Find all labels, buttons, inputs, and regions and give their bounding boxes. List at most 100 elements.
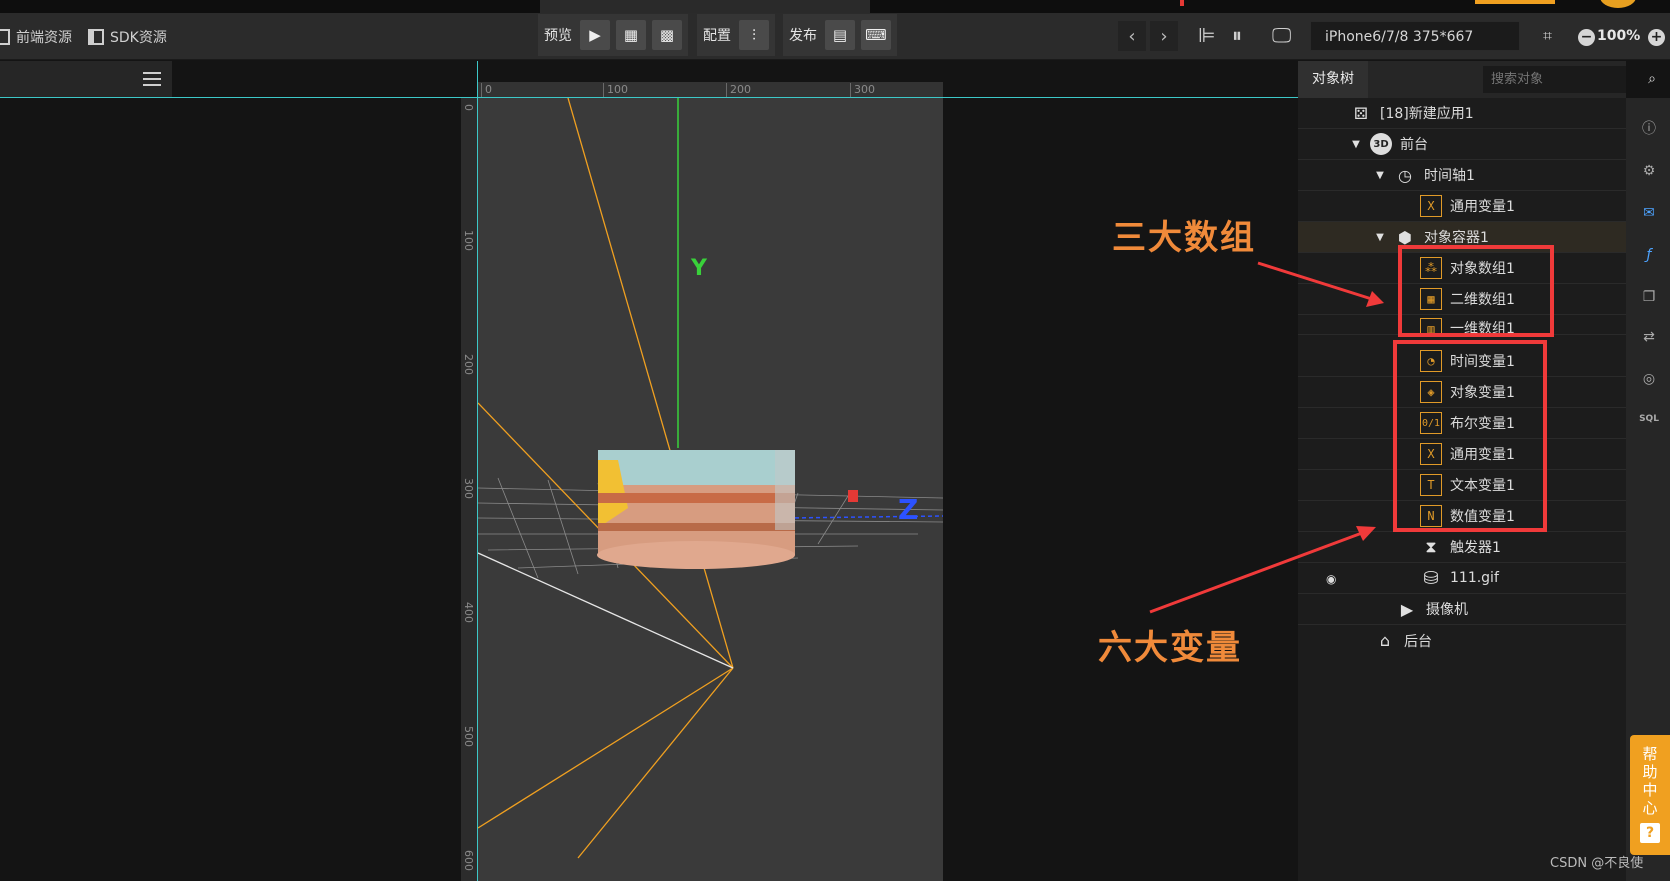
panel-icon bbox=[0, 29, 10, 45]
annotation-box-arrays bbox=[1398, 245, 1554, 337]
help-center-tab[interactable]: 帮助中心 ? bbox=[1630, 735, 1670, 855]
hourglass-icon: ⧗ bbox=[1425, 537, 1437, 556]
backend-icon: ⌂ bbox=[1379, 631, 1391, 650]
annotation-box-variables bbox=[1393, 340, 1547, 532]
scene-viewport[interactable]: Y Z bbox=[478, 98, 943, 881]
play-icon: ▶ bbox=[589, 26, 601, 44]
align-left-icon[interactable]: ⊫ bbox=[1198, 23, 1215, 47]
ruler-tick: 400 bbox=[462, 602, 475, 623]
tree-node-backend[interactable]: ⌂ 后台 bbox=[1298, 625, 1626, 656]
tree-node-trigger[interactable]: ⧗ 触发器1 bbox=[1298, 532, 1626, 563]
caret-down-icon[interactable]: ▼ bbox=[1374, 170, 1386, 181]
ruler-tick: 200 bbox=[462, 354, 475, 375]
watermark: CSDN @不良使 bbox=[1550, 856, 1644, 871]
sql-icon[interactable]: SQL bbox=[1638, 408, 1660, 430]
3d-icon: 3D bbox=[1370, 133, 1392, 155]
cylinder-icon: ⛁ bbox=[1423, 567, 1439, 589]
avatar[interactable] bbox=[1600, 0, 1636, 8]
app-dice-icon: ⚄ bbox=[1354, 103, 1368, 123]
tree-node-timeline[interactable]: ▼ ◷ 时间轴1 bbox=[1298, 160, 1626, 191]
tab-object-tree[interactable]: 对象树 bbox=[1298, 61, 1368, 98]
device-icon[interactable]: 🖵 bbox=[1272, 23, 1291, 47]
comments-icon[interactable]: ✉ bbox=[1638, 202, 1660, 224]
zoom-in-button[interactable]: + bbox=[1648, 29, 1665, 46]
ruler-tick: 0 bbox=[481, 83, 492, 97]
qr-code-icon: ▦ bbox=[623, 26, 639, 44]
guide-line-vertical[interactable] bbox=[477, 61, 478, 881]
search-objects-input[interactable] bbox=[1483, 66, 1626, 93]
device-select[interactable]: iPhone6/7/8 375*667 bbox=[1310, 21, 1520, 51]
swap-icon[interactable]: ⇄ bbox=[1638, 326, 1660, 348]
ruler-tick: 300 bbox=[462, 478, 475, 499]
function-icon[interactable]: ƒ bbox=[1638, 244, 1660, 266]
caret-down-icon[interactable]: ▼ bbox=[1374, 232, 1386, 243]
search-button[interactable]: ⌕ bbox=[1640, 66, 1664, 93]
tree-node-generic-var[interactable]: X 通用变量1 bbox=[1298, 191, 1626, 222]
config-button[interactable]: ⫶ bbox=[739, 20, 769, 50]
preview-label: 预览 bbox=[544, 28, 572, 44]
gamepad-icon: ⌨ bbox=[865, 26, 887, 44]
sdk-resources-link[interactable]: SDK资源 bbox=[88, 27, 167, 47]
publish-game-button[interactable]: ⌨ bbox=[861, 20, 891, 50]
x-axis-handle bbox=[848, 490, 858, 502]
clock-icon: ◷ bbox=[1398, 165, 1412, 185]
z-axis-line bbox=[787, 515, 943, 519]
publish-group: 发布 ▤ ⌨ bbox=[783, 14, 897, 56]
back-button[interactable]: ‹ bbox=[1118, 21, 1146, 51]
config-group: 配置 ⫶ bbox=[697, 14, 775, 56]
preview-group: 预览 ▶ ▦ ▩ bbox=[538, 14, 688, 56]
copy-icon[interactable]: ❐ bbox=[1638, 286, 1660, 308]
frontend-resources-link[interactable]: 前端资源 bbox=[0, 27, 72, 47]
qr-preview-button[interactable]: ▦ bbox=[616, 20, 646, 50]
y-axis-label: Y bbox=[691, 256, 707, 281]
object-tree-header: 对象树 bbox=[1298, 61, 1626, 98]
settings-icon[interactable]: ⚙ bbox=[1638, 160, 1660, 182]
config-label: 配置 bbox=[703, 28, 731, 44]
left-panel-header bbox=[0, 61, 172, 98]
chevron-left-icon: ‹ bbox=[1128, 25, 1136, 47]
annotation-six-variables: 六大变量 bbox=[1098, 628, 1242, 668]
publish-web-button[interactable]: ▤ bbox=[825, 20, 855, 50]
annotation-three-arrays: 三大数组 bbox=[1112, 218, 1256, 258]
tree-node-gif[interactable]: ◉ ⛁ 111.gif bbox=[1298, 563, 1626, 594]
tree-node-app[interactable]: ⚄ [18]新建应用1 bbox=[1298, 98, 1626, 129]
ruler-top: 0 100 200 300 bbox=[478, 82, 943, 98]
zoom-level: 100% bbox=[1597, 28, 1641, 44]
eye-icon[interactable]: ◉ bbox=[1326, 572, 1336, 586]
red-marker bbox=[1180, 0, 1184, 6]
play-button[interactable]: ▶ bbox=[580, 20, 610, 50]
ruler-tick: 300 bbox=[850, 83, 875, 97]
panel-icon bbox=[88, 29, 104, 45]
qr-3d-icon: ▩ bbox=[659, 26, 675, 44]
camera-frustum-line bbox=[478, 552, 734, 669]
camera-icon: ▶ bbox=[1400, 599, 1414, 619]
screenshot-icon[interactable]: ⌗ bbox=[1543, 26, 1552, 46]
ruler-tick: 0 bbox=[462, 104, 475, 111]
guide-line-horizontal[interactable] bbox=[0, 97, 1298, 98]
browser-window-icon: ▤ bbox=[832, 26, 848, 44]
record-icon[interactable]: ◎ bbox=[1638, 368, 1660, 390]
top-strip bbox=[0, 0, 1670, 13]
ruler-tick: 100 bbox=[603, 83, 628, 97]
camera-frustum-line bbox=[577, 667, 734, 859]
tree-node-camera[interactable]: ▶ 摄像机 bbox=[1298, 594, 1626, 625]
info-icon[interactable]: ⓘ bbox=[1638, 118, 1660, 140]
caret-down-icon[interactable]: ▼ bbox=[1350, 139, 1362, 150]
menu-icon[interactable] bbox=[143, 72, 161, 86]
distribute-icon[interactable]: ⏸ bbox=[1232, 23, 1242, 47]
forward-button[interactable]: › bbox=[1150, 21, 1178, 51]
cylinder-object bbox=[597, 450, 795, 569]
zoom-out-button[interactable]: − bbox=[1578, 29, 1595, 46]
qr-3d-preview-button[interactable]: ▩ bbox=[652, 20, 682, 50]
publish-label: 发布 bbox=[789, 28, 817, 44]
ruler-tick: 200 bbox=[726, 83, 751, 97]
x-var-icon: X bbox=[1420, 195, 1442, 217]
tree-node-frontend[interactable]: ▼ 3D 前台 bbox=[1298, 129, 1626, 160]
search-icon: ⌕ bbox=[1648, 71, 1656, 87]
toolbar: 前端资源 SDK资源 预览 ▶ ▦ ▩ 配置 ⫶ 发布 ▤ ⌨ ‹ › ⊫ ⏸ … bbox=[0, 13, 1670, 60]
active-tab-strip[interactable] bbox=[540, 0, 870, 13]
ruler-tick: 600 bbox=[462, 850, 475, 871]
camera-frustum-line bbox=[478, 667, 734, 829]
ruler-tick: 100 bbox=[462, 230, 475, 251]
orange-strip-button[interactable] bbox=[1475, 0, 1555, 4]
